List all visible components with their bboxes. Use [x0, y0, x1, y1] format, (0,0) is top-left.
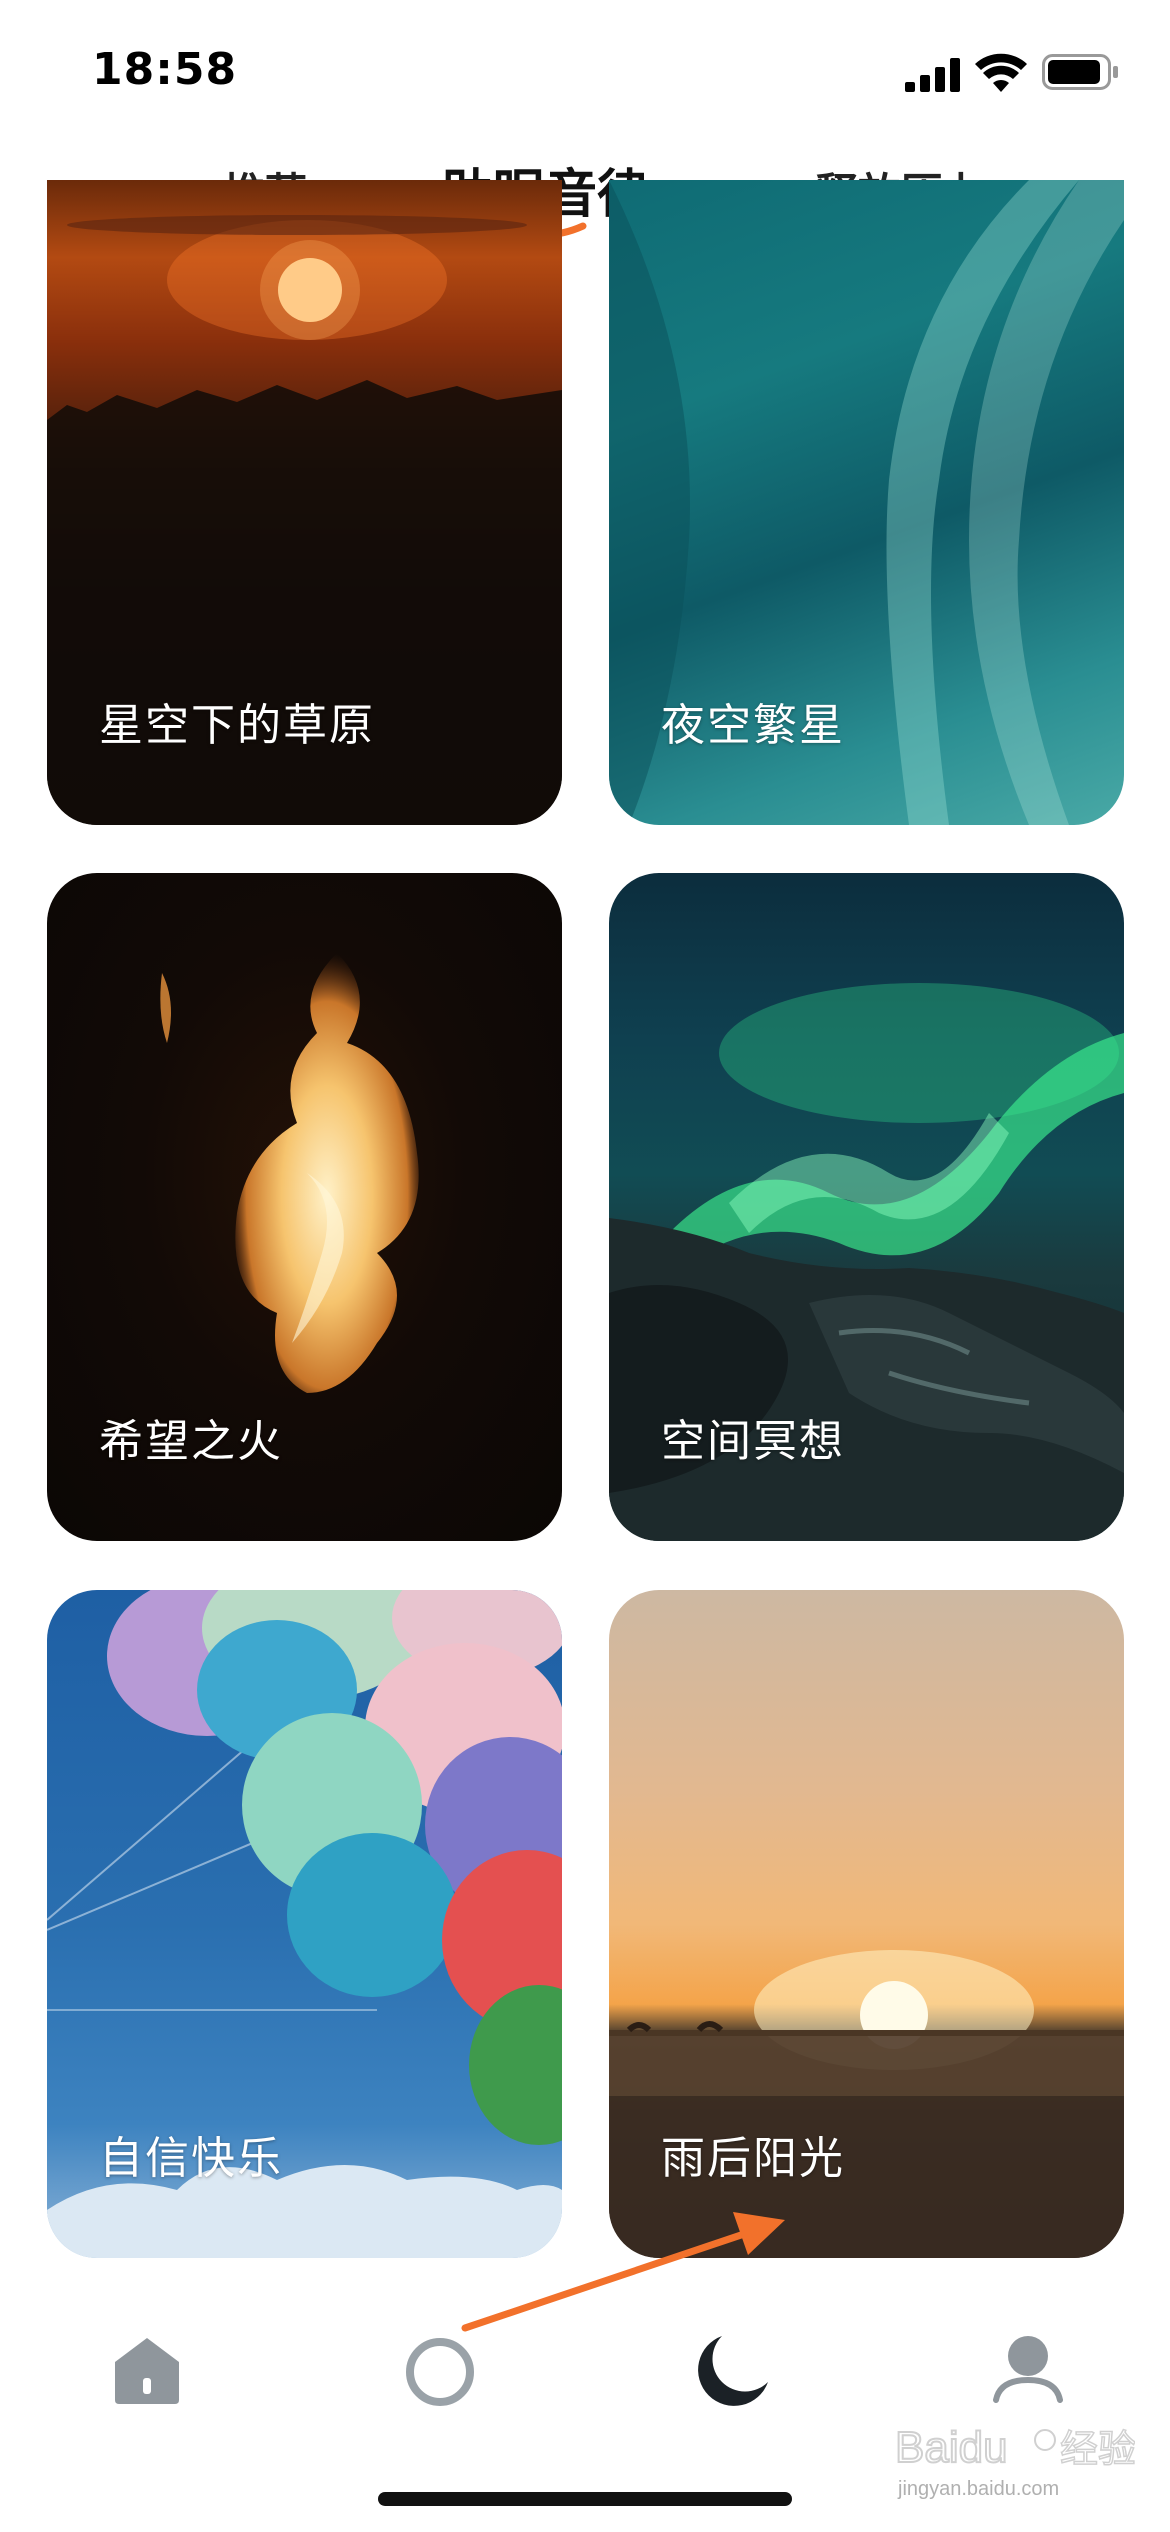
- cellular-signal-icon: [905, 58, 960, 92]
- svg-text:经验: 经验: [1060, 2427, 1135, 2471]
- status-bar: 18:58: [0, 0, 1170, 150]
- card-title: 雨后阳光: [661, 2133, 845, 2184]
- home-indicator: [378, 2492, 792, 2506]
- home-icon[interactable]: [107, 2330, 187, 2410]
- status-time: 18:58: [92, 44, 238, 95]
- svg-text:Baidu: Baidu: [895, 2423, 1008, 2472]
- card-space-meditation[interactable]: 空间冥想: [609, 873, 1124, 1541]
- watermark-url: jingyan.baidu.com: [898, 2478, 1060, 2500]
- card-title: 夜空繁星: [661, 700, 845, 751]
- card-title: 自信快乐: [99, 2133, 283, 2184]
- card-title: 希望之火: [99, 1416, 283, 1467]
- wifi-icon: [975, 53, 1027, 92]
- card-title: 星空下的草原: [99, 700, 375, 751]
- card-title: 空间冥想: [661, 1416, 845, 1467]
- baidu-watermark-logo: Baidu 经验: [895, 2422, 1135, 2473]
- moon-icon[interactable]: [692, 2330, 772, 2410]
- card-fire-of-hope[interactable]: 希望之火: [47, 873, 562, 1541]
- circle-icon[interactable]: [400, 2330, 480, 2410]
- card-sunset-grassland[interactable]: 星空下的草原: [47, 180, 562, 825]
- card-sunshine-after-rain[interactable]: 雨后阳光: [609, 1590, 1124, 2258]
- battery-icon: [1042, 54, 1118, 90]
- card-starry-night[interactable]: 夜空繁星: [609, 180, 1124, 825]
- card-confident-happy[interactable]: 自信快乐: [47, 1590, 562, 2258]
- profile-icon[interactable]: [988, 2330, 1068, 2410]
